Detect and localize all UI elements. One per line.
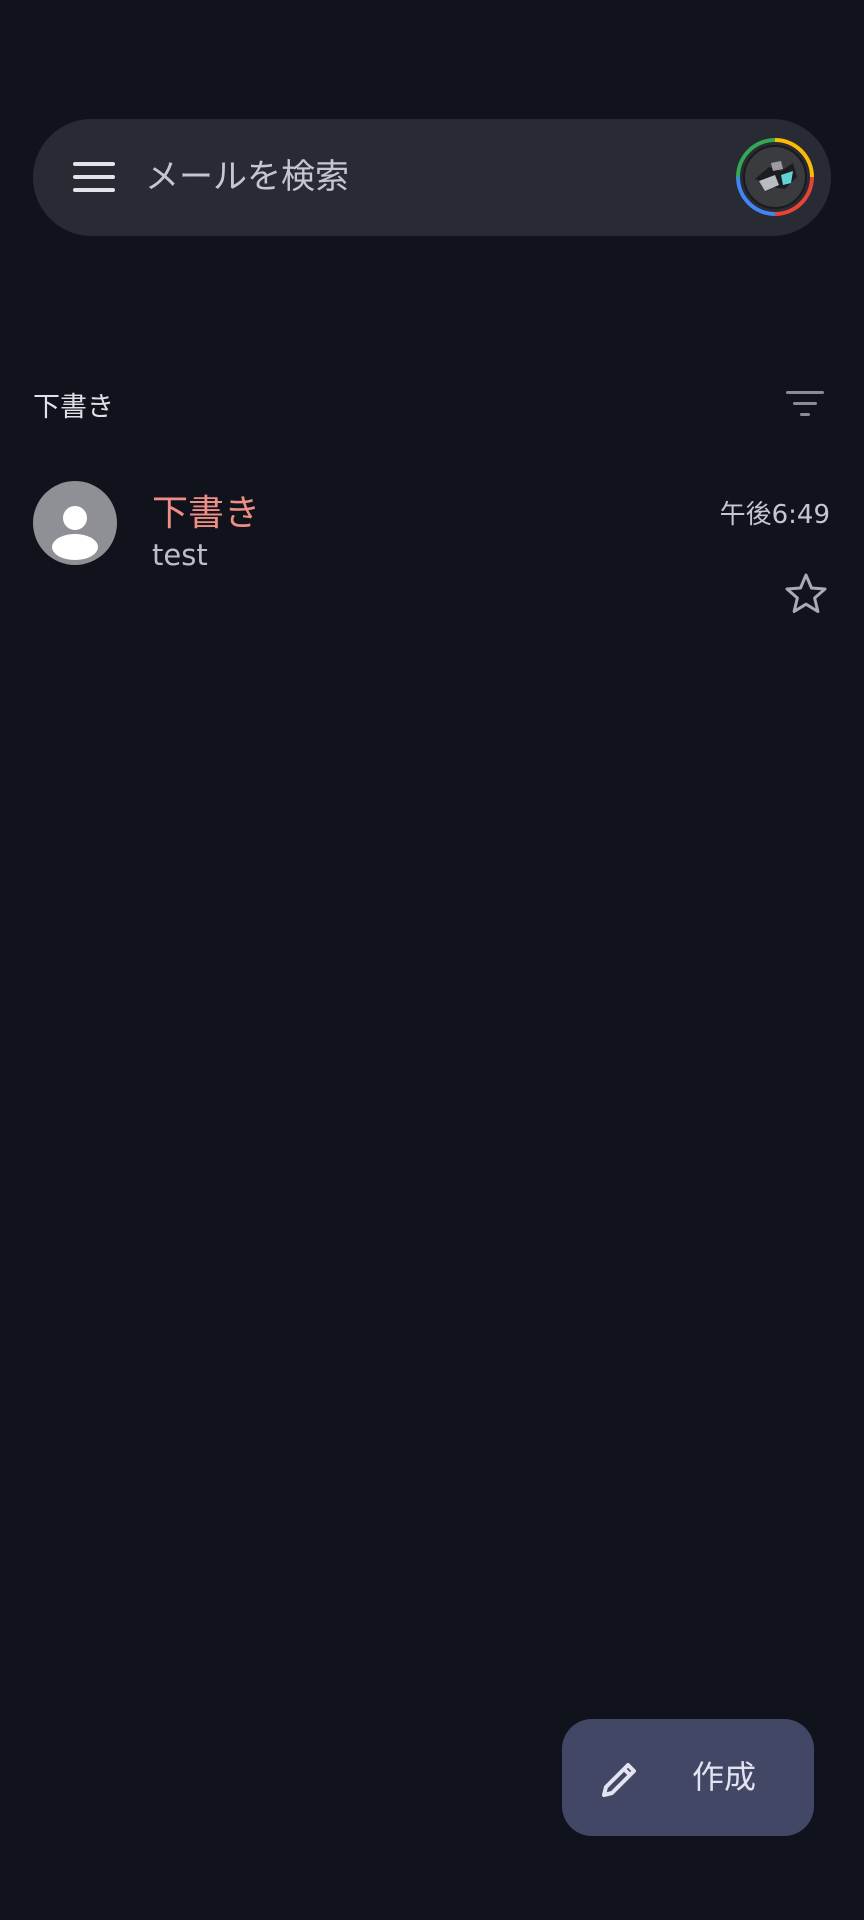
compose-label: 作成 xyxy=(692,1758,757,1796)
hamburger-menu-icon[interactable] xyxy=(73,159,115,195)
compose-button[interactable]: 作成 xyxy=(562,1719,814,1836)
email-time: 午後6:49 xyxy=(719,500,830,530)
section-title: 下書き xyxy=(33,392,114,423)
person-icon xyxy=(52,506,98,560)
search-input[interactable]: メールを検索 xyxy=(145,119,349,236)
star-icon[interactable] xyxy=(782,570,830,618)
account-avatar[interactable] xyxy=(735,137,815,217)
draft-label: 下書き xyxy=(152,493,261,534)
gmail-drafts-screen: メールを検索 下書き 下書き test 午後6:49 作成 xyxy=(0,0,864,1920)
search-bar[interactable]: メールを検索 xyxy=(33,119,831,236)
filter-icon[interactable] xyxy=(782,386,828,422)
pencil-icon xyxy=(602,1763,636,1797)
email-subject: test xyxy=(152,538,208,572)
email-list-item[interactable]: 下書き test 午後6:49 xyxy=(0,470,864,620)
avatar xyxy=(33,481,117,565)
